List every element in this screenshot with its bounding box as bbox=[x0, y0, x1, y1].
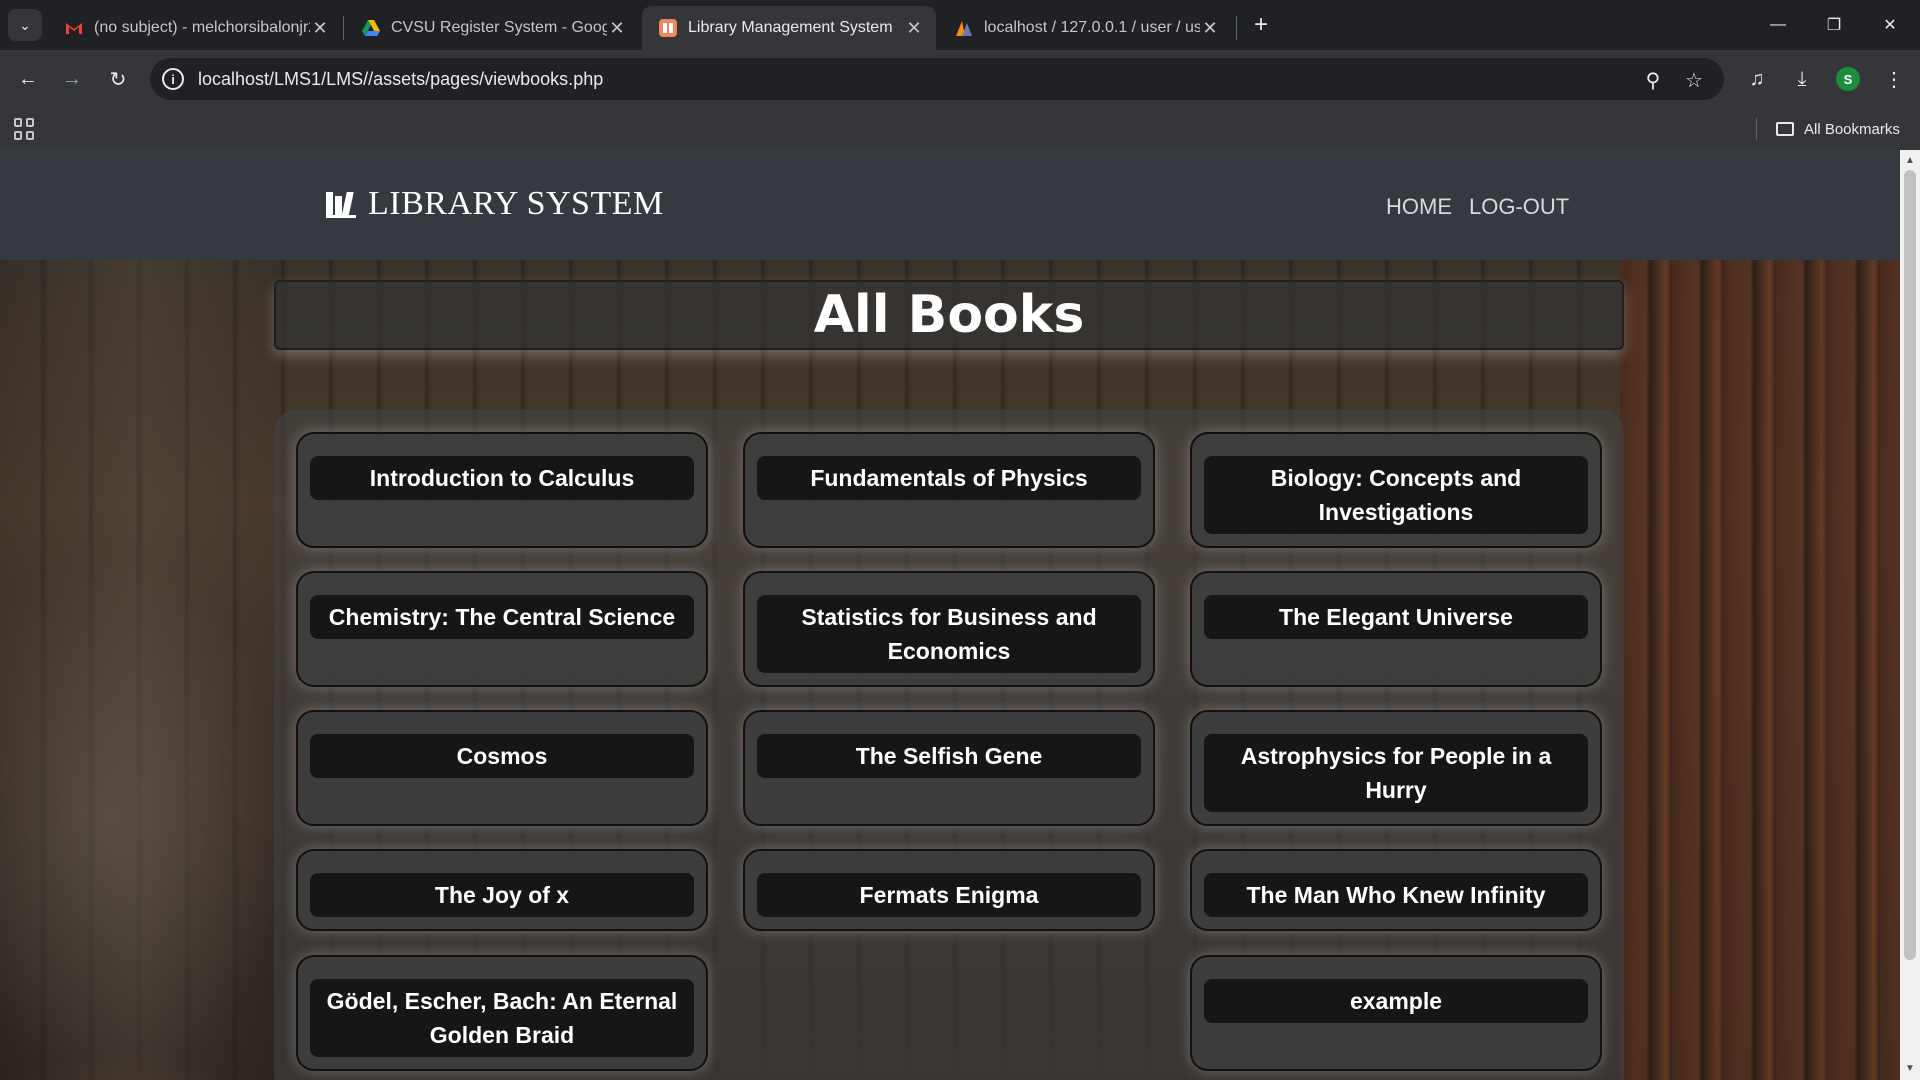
close-tab-icon[interactable]: ✕ bbox=[904, 18, 924, 39]
tab-phpmyadmin[interactable]: localhost / 127.0.0.1 / user / usc ✕ bbox=[938, 6, 1232, 50]
book-title[interactable]: Biology: Concepts and Investigations bbox=[1204, 456, 1588, 534]
reload-button[interactable]: ↻ bbox=[102, 63, 134, 95]
book-title[interactable]: The Man Who Knew Infinity bbox=[1204, 873, 1588, 917]
book-card[interactable]: Fermats Enigma bbox=[743, 849, 1155, 931]
bookmarks-divider bbox=[1756, 118, 1757, 140]
book-card[interactable]: Gödel, Escher, Bach: An Eternal Golden B… bbox=[296, 955, 708, 1071]
tab-title: localhost / 127.0.0.1 / user / usc bbox=[984, 19, 1200, 36]
books-grid: Introduction to Calculus Fundamentals of… bbox=[274, 410, 1624, 1080]
zoom-icon[interactable]: ⚲ bbox=[1640, 67, 1666, 93]
book-title[interactable]: The Selfish Gene bbox=[757, 734, 1141, 778]
book-title[interactable]: Cosmos bbox=[310, 734, 694, 778]
tab-gmail[interactable]: (no subject) - melchorsibalonjr2 ✕ bbox=[48, 6, 342, 50]
nav-logout-link[interactable]: LOG-OUT bbox=[1469, 194, 1569, 220]
tab-google-drive[interactable]: CVSU Register System - Google ✕ bbox=[345, 6, 639, 50]
url-text[interactable]: localhost/LMS1/LMS//assets/pages/viewboo… bbox=[198, 69, 603, 90]
book-card[interactable]: Statistics for Business and Economics bbox=[743, 571, 1155, 687]
gmail-icon bbox=[66, 23, 82, 34]
scrollbar-thumb[interactable] bbox=[1904, 170, 1916, 960]
book-card[interactable]: Astrophysics for People in a Hurry bbox=[1190, 710, 1602, 826]
address-bar[interactable]: i localhost/LMS1/LMS//assets/pages/viewb… bbox=[150, 58, 1724, 100]
tab-title: CVSU Register System - Google bbox=[391, 19, 607, 36]
tab-search-button[interactable]: ⌄ bbox=[8, 9, 42, 41]
page-title: All Books bbox=[274, 280, 1624, 350]
tab-title: Library Management System bbox=[688, 19, 893, 36]
back-button[interactable]: ← bbox=[12, 63, 44, 95]
browser-tab-strip: ⌄ (no subject) - melchorsibalonjr2 ✕ CVS… bbox=[0, 0, 1920, 50]
close-tab-icon[interactable]: ✕ bbox=[1200, 18, 1220, 39]
phpmyadmin-icon bbox=[956, 21, 972, 36]
book-card[interactable]: Biology: Concepts and Investigations bbox=[1190, 432, 1602, 548]
book-title[interactable]: example bbox=[1204, 979, 1588, 1023]
scroll-up-arrow-icon[interactable]: ▲ bbox=[1904, 154, 1916, 166]
site-brand[interactable]: LIBRARY SYSTEM bbox=[326, 185, 664, 223]
bookmarks-bar: All Bookmarks bbox=[0, 108, 1920, 150]
book-card[interactable]: Introduction to Calculus bbox=[296, 432, 708, 548]
folder-icon bbox=[1776, 122, 1794, 136]
minimize-button[interactable]: — bbox=[1750, 0, 1806, 50]
close-tab-icon[interactable]: ✕ bbox=[310, 18, 330, 39]
book-title[interactable]: Gödel, Escher, Bach: An Eternal Golden B… bbox=[310, 979, 694, 1057]
book-card[interactable]: The Selfish Gene bbox=[743, 710, 1155, 826]
apps-grid-icon[interactable] bbox=[14, 118, 36, 140]
tab-divider bbox=[1236, 16, 1237, 40]
book-card[interactable]: The Elegant Universe bbox=[1190, 571, 1602, 687]
book-title[interactable]: The Elegant Universe bbox=[1204, 595, 1588, 639]
downloads-icon[interactable]: ⤓ bbox=[1786, 63, 1818, 95]
media-controls-icon[interactable]: ♫ bbox=[1741, 63, 1773, 95]
nav-home-link[interactable]: HOME bbox=[1386, 194, 1452, 220]
site-info-icon[interactable]: i bbox=[162, 68, 184, 90]
brand-name: LIBRARY SYSTEM bbox=[368, 185, 664, 222]
close-tab-icon[interactable]: ✕ bbox=[607, 18, 627, 39]
more-menu-icon[interactable]: ⋮ bbox=[1878, 63, 1910, 95]
book-title[interactable]: Fermats Enigma bbox=[757, 873, 1141, 917]
new-tab-button[interactable]: + bbox=[1246, 10, 1276, 40]
page-scrollbar[interactable]: ▲ ▼ bbox=[1900, 150, 1920, 1080]
forward-button[interactable]: → bbox=[56, 63, 88, 95]
scroll-down-arrow-icon[interactable]: ▼ bbox=[1904, 1062, 1916, 1074]
library-favicon bbox=[659, 19, 677, 37]
all-bookmarks-button[interactable]: All Bookmarks bbox=[1776, 116, 1900, 142]
close-window-button[interactable]: ✕ bbox=[1862, 0, 1918, 50]
tab-library-management[interactable]: Library Management System ✕ bbox=[642, 6, 936, 50]
google-drive-icon bbox=[362, 20, 380, 36]
restore-button[interactable]: ❐ bbox=[1806, 0, 1862, 50]
book-card[interactable]: Cosmos bbox=[296, 710, 708, 826]
book-card[interactable]: Chemistry: The Central Science bbox=[296, 571, 708, 687]
all-bookmarks-label: All Bookmarks bbox=[1804, 120, 1900, 138]
book-card[interactable]: The Joy of x bbox=[296, 849, 708, 931]
page-viewport: LIBRARY SYSTEM HOME LOG-OUT All Books In… bbox=[0, 150, 1900, 1080]
ornament-background bbox=[0, 260, 280, 1080]
browser-toolbar: ← → ↻ i localhost/LMS1/LMS//assets/pages… bbox=[0, 50, 1920, 108]
bookshelf-background bbox=[1620, 260, 1900, 1080]
book-title[interactable]: Chemistry: The Central Science bbox=[310, 595, 694, 639]
book-card[interactable]: The Man Who Knew Infinity bbox=[1190, 849, 1602, 931]
profile-avatar[interactable]: S bbox=[1836, 67, 1860, 91]
book-title[interactable]: Introduction to Calculus bbox=[310, 456, 694, 500]
book-title[interactable]: Fundamentals of Physics bbox=[757, 456, 1141, 500]
book-title[interactable]: The Joy of x bbox=[310, 873, 694, 917]
bookmark-star-icon[interactable]: ☆ bbox=[1681, 67, 1707, 93]
book-card[interactable]: Fundamentals of Physics bbox=[743, 432, 1155, 548]
library-books-icon bbox=[326, 190, 356, 218]
tab-title: (no subject) - melchorsibalonjr2 bbox=[94, 19, 310, 36]
site-header: LIBRARY SYSTEM HOME LOG-OUT bbox=[0, 150, 1900, 260]
book-card[interactable]: example bbox=[1190, 955, 1602, 1071]
tab-divider bbox=[343, 16, 344, 40]
book-title[interactable]: Statistics for Business and Economics bbox=[757, 595, 1141, 673]
book-title[interactable]: Astrophysics for People in a Hurry bbox=[1204, 734, 1588, 812]
